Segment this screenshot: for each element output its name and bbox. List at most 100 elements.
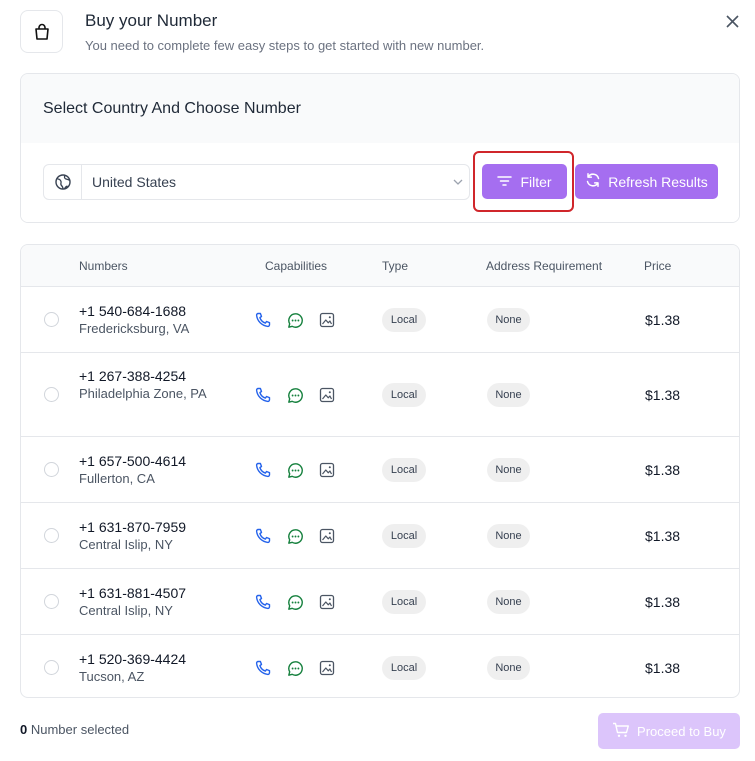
filter-button[interactable]: Filter (482, 164, 567, 199)
numbers-table: Numbers Capabilities Type Address Requir… (20, 244, 740, 698)
close-icon[interactable] (723, 12, 741, 30)
price: $1.38 (645, 660, 681, 676)
type-badge: Local (382, 590, 426, 614)
country-select-card: Select Country And Choose Number United … (20, 73, 740, 223)
table-row[interactable]: +1 520-369-4424 Tucson, AZ Local None $1.38 (21, 635, 739, 697)
number-location: Fredericksburg, VA (79, 321, 190, 336)
number-location: Fullerton, CA (79, 471, 155, 486)
address-requirement-badge: None (487, 590, 530, 614)
capabilities-cell (254, 311, 336, 329)
phone-number: +1 631-870-7959 (79, 519, 187, 535)
chat-icon (286, 311, 304, 329)
proceed-button-label: Proceed to Buy (637, 723, 726, 739)
chat-icon (286, 659, 304, 677)
chevron-down-icon (447, 179, 469, 185)
image-icon (318, 311, 336, 329)
capabilities-cell (254, 527, 336, 545)
phone-number: +1 267-388-4254 (79, 368, 187, 384)
number-location: Central Islip, NY (79, 603, 173, 618)
price: $1.38 (645, 528, 681, 544)
image-icon (318, 593, 336, 611)
table-row[interactable]: +1 657-500-4614 Fullerton, CA Local None $1.… (21, 437, 739, 503)
type-badge: Local (382, 383, 426, 407)
country-value: United States (92, 174, 177, 190)
refresh-results-button[interactable]: Refresh Results (575, 164, 718, 199)
selected-label: Number selected (30, 722, 130, 737)
table-row[interactable]: +1 267-388-4254 Philadelphia Zone, PA Loca… (21, 353, 739, 437)
column-header-numbers: Numbers (79, 259, 128, 273)
row-select-radio[interactable] (44, 462, 59, 477)
number-cell: +1 657-500-4614 Fullerton, CA (79, 452, 269, 488)
country-dropdown[interactable]: United States (43, 164, 470, 200)
table-header: Numbers Capabilities Type Address Requir… (21, 245, 739, 287)
selected-count: 0 (20, 722, 28, 737)
row-select-radio[interactable] (44, 312, 59, 327)
address-requirement-badge: None (487, 524, 530, 548)
selection-status: 0 Number selected (20, 722, 129, 737)
chat-icon (286, 527, 304, 545)
table-body: +1 540-684-1688 Fredericksburg, VA Local No… (21, 287, 739, 697)
number-location: Tucson, AZ (79, 669, 145, 684)
number-cell: +1 267-388-4254 Philadelphia Zone, PA (79, 367, 209, 403)
globe-icon (44, 165, 82, 199)
column-header-capabilities: Capabilities (265, 259, 328, 273)
row-select-radio[interactable] (44, 387, 59, 402)
modal-header: Buy your Number You need to complete few… (20, 10, 740, 60)
phone-icon (254, 311, 272, 329)
number-cell: +1 631-881-4507 Central Islip, NY (79, 584, 269, 620)
image-icon (318, 527, 336, 545)
address-requirement-badge: None (487, 383, 530, 407)
price: $1.38 (645, 462, 681, 478)
select-card-heading: Select Country And Choose Number (21, 74, 739, 143)
phone-number: +1 657-500-4614 (79, 453, 187, 469)
select-card-body: United States Filter Refresh Results (21, 143, 739, 222)
row-select-radio[interactable] (44, 660, 59, 675)
chat-icon (286, 461, 304, 479)
number-cell: +1 520-369-4424 Tucson, AZ (79, 650, 269, 686)
shopping-bag-icon (20, 10, 63, 53)
proceed-to-buy-button[interactable]: Proceed to Buy (598, 713, 740, 749)
address-requirement-badge: None (487, 308, 530, 332)
table-row[interactable]: +1 631-881-4507 Central Islip, NY Local Non… (21, 569, 739, 635)
phone-icon (254, 593, 272, 611)
type-badge: Local (382, 656, 426, 680)
capabilities-cell (254, 593, 336, 611)
chat-icon (286, 593, 304, 611)
refresh-icon (585, 172, 601, 191)
phone-icon (254, 659, 272, 677)
type-badge: Local (382, 524, 426, 548)
phone-number: +1 520-369-4424 (79, 651, 187, 667)
number-location: Central Islip, NY (79, 537, 173, 552)
phone-icon (254, 527, 272, 545)
chat-icon (286, 386, 304, 404)
image-icon (318, 461, 336, 479)
refresh-button-label: Refresh Results (608, 173, 708, 190)
image-icon (318, 659, 336, 677)
row-select-radio[interactable] (44, 528, 59, 543)
number-cell: +1 631-870-7959 Central Islip, NY (79, 518, 269, 554)
cart-icon (612, 722, 630, 741)
number-location: Philadelphia Zone, PA (79, 386, 207, 401)
modal-title: Buy your Number (85, 11, 218, 30)
column-header-type: Type (382, 259, 409, 273)
phone-icon (254, 461, 272, 479)
phone-number: +1 540-684-1688 (79, 303, 187, 319)
row-select-radio[interactable] (44, 594, 59, 609)
filter-lines-icon (497, 174, 513, 190)
table-row[interactable]: +1 631-870-7959 Central Islip, NY Local Non… (21, 503, 739, 569)
filter-button-label: Filter (520, 173, 552, 190)
type-badge: Local (382, 308, 426, 332)
capabilities-cell (254, 659, 336, 677)
type-badge: Local (382, 458, 426, 482)
price: $1.38 (645, 387, 681, 403)
table-row[interactable]: +1 540-684-1688 Fredericksburg, VA Local No… (21, 287, 739, 353)
capabilities-cell (254, 461, 336, 479)
image-icon (318, 386, 336, 404)
number-cell: +1 540-684-1688 Fredericksburg, VA (79, 302, 269, 338)
address-requirement-badge: None (487, 458, 530, 482)
price: $1.38 (645, 594, 681, 610)
modal-subtitle: You need to complete few easy steps to g… (85, 38, 485, 53)
capabilities-cell (254, 386, 336, 404)
address-requirement-badge: None (487, 656, 530, 680)
phone-icon (254, 386, 272, 404)
